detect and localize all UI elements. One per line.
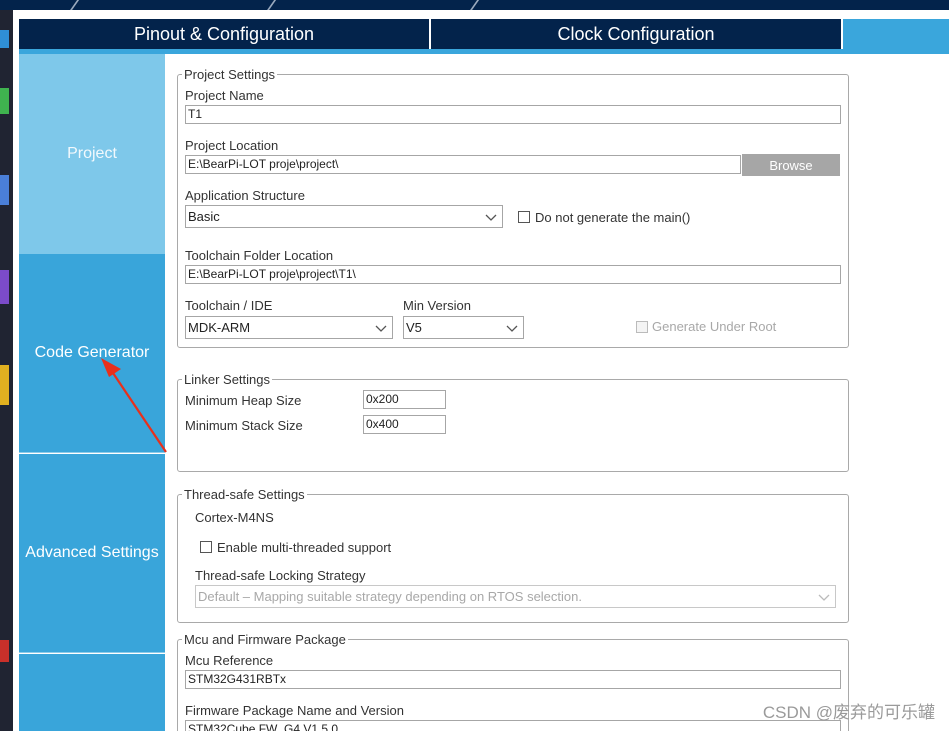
annotation-arrow-icon [101, 358, 167, 453]
watermark: CSDN @废弃的可乐罐 [762, 703, 935, 722]
